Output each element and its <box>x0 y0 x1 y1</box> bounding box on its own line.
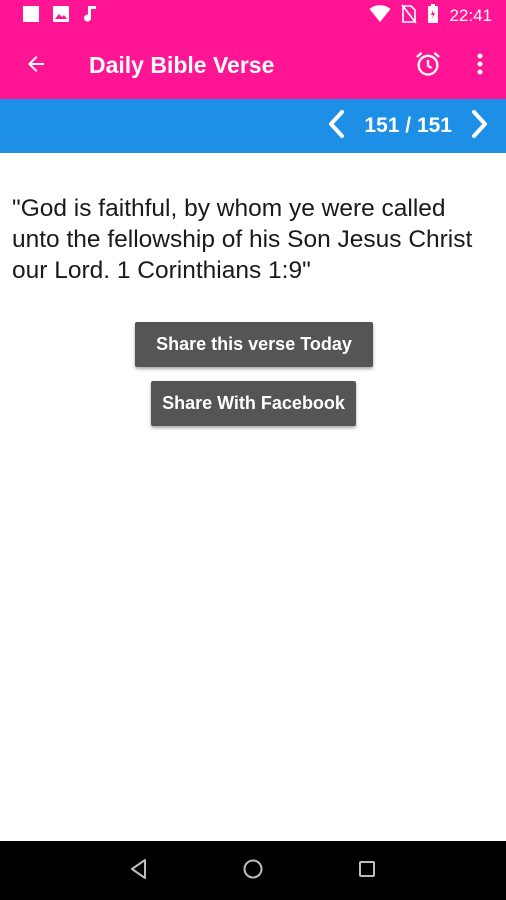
image-icon <box>52 5 70 27</box>
status-bar: 22:41 <box>0 0 506 32</box>
system-navigation-bar <box>0 841 506 900</box>
alarm-clock-icon <box>414 50 442 82</box>
share-verse-today-button[interactable]: Share this verse Today <box>135 322 373 367</box>
square-notification-icon <box>22 5 40 27</box>
share-facebook-button[interactable]: Share With Facebook <box>151 381 356 426</box>
chevron-right-icon <box>470 109 490 143</box>
system-home-button[interactable] <box>233 851 273 891</box>
back-arrow-icon <box>24 52 48 80</box>
verse-counter: 151 / 151 <box>364 114 452 137</box>
wifi-icon <box>369 5 391 27</box>
status-notifications <box>22 4 98 28</box>
chevron-left-icon <box>326 109 346 143</box>
app-bar: Daily Bible Verse <box>0 32 506 99</box>
back-button[interactable] <box>0 32 72 99</box>
page-title: Daily Bible Verse <box>89 52 275 78</box>
system-recents-button[interactable] <box>347 851 387 891</box>
main-content: "God is faithful, by whom ye were called… <box>0 153 506 841</box>
more-options-button[interactable] <box>454 32 506 99</box>
status-time: 22:41 <box>449 6 492 25</box>
music-note-icon <box>82 4 98 28</box>
no-sim-icon <box>401 4 418 28</box>
home-circle-icon <box>242 858 264 884</box>
system-back-button[interactable] <box>119 851 159 891</box>
verse-text: "God is faithful, by whom ye were called… <box>12 195 473 284</box>
battery-icon <box>427 4 439 28</box>
next-verse-button[interactable] <box>466 106 494 146</box>
verse-pager: 151 / 151 <box>0 99 506 153</box>
more-vert-icon <box>477 52 483 80</box>
status-system: 22:41 <box>369 4 492 28</box>
recents-square-icon <box>357 859 377 883</box>
back-triangle-icon <box>129 858 149 884</box>
alarm-button[interactable] <box>402 32 454 99</box>
previous-verse-button[interactable] <box>322 106 350 146</box>
